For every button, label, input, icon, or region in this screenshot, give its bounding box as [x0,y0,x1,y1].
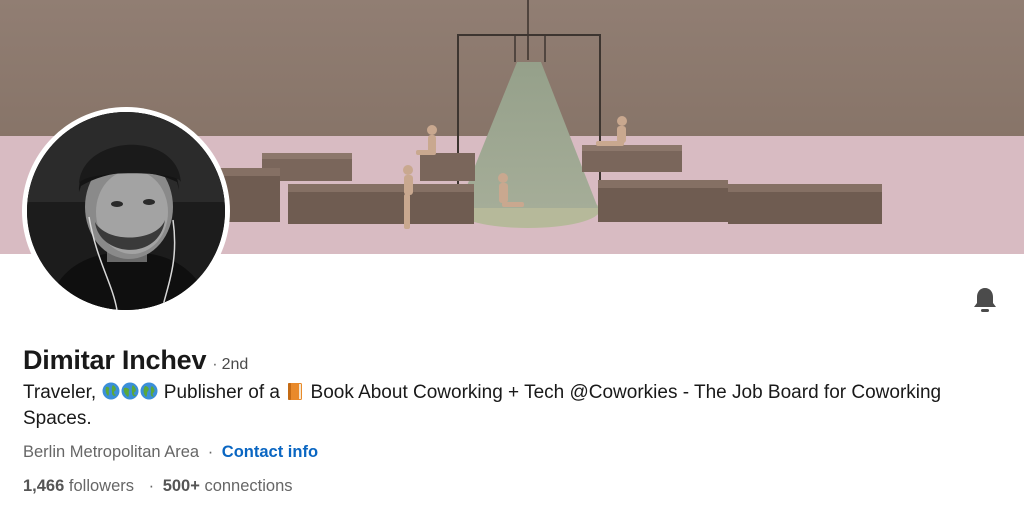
avatar-image [27,112,225,310]
degree-separator: · [212,356,218,373]
name-row: Dimitar Inchev · 2nd [23,345,248,376]
avatar [27,112,225,310]
headline-text-part2: Publisher of a [163,382,280,403]
followers-label: followers [68,477,134,495]
connections-count: 500+ [162,477,200,495]
notify-bell-button[interactable] [966,281,1004,319]
connection-degree: 2nd [221,356,249,373]
book-icon [288,383,303,400]
location-separator: · [207,443,214,461]
bell-icon [974,288,996,312]
followers-count: 1,466 [23,477,65,495]
profile-photo[interactable] [22,107,230,315]
location-text: Berlin Metropolitan Area [23,443,200,461]
profile-headline: Traveler, Publisher of a Book About Cowo… [23,380,983,432]
profile-name: Dimitar Inchev [23,345,207,375]
location-row: Berlin Metropolitan Area · Contact info [23,443,318,462]
contact-info-link[interactable]: Contact info [222,443,318,461]
headline-text-part3: Book About Coworking + Tech @Coworkies -… [23,382,942,429]
connections-stat[interactable]: 500+ connections [163,477,293,495]
globe-icon [121,382,138,400]
headline-text-part1: Traveler, [23,382,97,403]
connections-label: connections [204,477,293,495]
stats-separator: · [148,477,155,495]
followers-stat[interactable]: 1,466 followers [23,477,134,495]
globe-icon [140,382,157,400]
globe-icon [102,382,119,400]
stats-row: 1,466 followers · 500+ connections [23,477,293,496]
